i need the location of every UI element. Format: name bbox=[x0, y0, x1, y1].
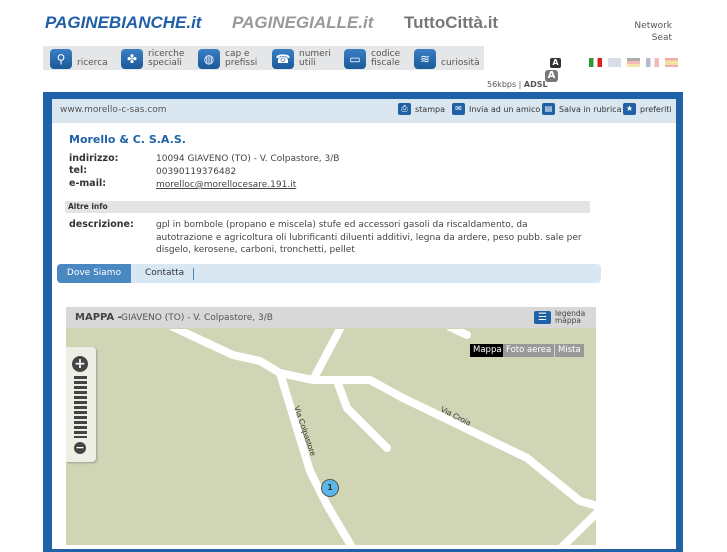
stars-icon: ★ bbox=[623, 103, 636, 115]
map-mode-mappa[interactable]: Mappa bbox=[470, 344, 505, 357]
globe-icon: ◍ bbox=[198, 49, 220, 69]
map-mode-foto-aerea[interactable]: Foto aerea bbox=[503, 344, 555, 357]
list-icon: ☰ bbox=[534, 310, 551, 324]
send-friend-button[interactable]: ✉ Invia ad un amico bbox=[452, 103, 540, 115]
more-info-header: Altre info bbox=[65, 201, 590, 213]
paginegialle-logo[interactable]: PAGINEGIALLE.it bbox=[232, 13, 373, 33]
folder-icon: ▤ bbox=[542, 103, 555, 115]
tab-dove-siamo[interactable]: Dove Siamo bbox=[57, 264, 131, 283]
description-label: descrizione: bbox=[69, 219, 134, 230]
map-marker[interactable]: 1 bbox=[321, 479, 339, 497]
description-value: gpl in bombole (propano e miscela) stufe… bbox=[156, 220, 582, 255]
map-header: MAPPA - GIAVENO (TO) - V. Colpastore, 3/… bbox=[66, 307, 596, 328]
speed-56k-link[interactable]: 56kbps bbox=[487, 80, 516, 89]
network-seat-link[interactable]: Network Seat bbox=[634, 20, 672, 44]
flag-de[interactable] bbox=[627, 58, 640, 67]
zoom-in-button[interactable]: + bbox=[72, 356, 88, 372]
toolbar: www.morello-c-sas.com ⎙ stampa ✉ Invia ad … bbox=[52, 99, 676, 123]
nav-ricerca[interactable]: ⚲ ricerca bbox=[50, 49, 108, 69]
printer-icon: ⎙ bbox=[398, 103, 411, 115]
tuttocitta-logo[interactable]: TuttoCittà.it bbox=[404, 13, 498, 33]
email-link[interactable]: morelloc@morellocesare.191.it bbox=[156, 180, 296, 190]
save-contact-button[interactable]: ▤ Salva in rubrica bbox=[542, 103, 621, 115]
road bbox=[558, 508, 596, 545]
zoom-slider[interactable] bbox=[74, 376, 87, 438]
print-button[interactable]: ⎙ stampa bbox=[398, 103, 445, 115]
nav-cap-prefissi[interactable]: ◍ cap e prefissi bbox=[198, 49, 257, 69]
search-icon: ⚲ bbox=[50, 49, 72, 69]
scroll-icon: ≋ bbox=[414, 49, 436, 69]
zoom-control: + − bbox=[66, 347, 96, 462]
tab-divider bbox=[193, 268, 194, 280]
website-link[interactable]: www.morello-c-sas.com bbox=[60, 105, 167, 115]
nav-numeri-utili[interactable]: ☎ numeri utili bbox=[272, 49, 331, 69]
email-label: e-mail: bbox=[69, 178, 107, 189]
nav-ricerche-speciali[interactable]: ✤ ricerche speciali bbox=[121, 49, 184, 69]
flag-en[interactable] bbox=[608, 58, 621, 67]
map-roads: Via Colpastore Via Croia bbox=[169, 329, 596, 545]
zoom-out-button[interactable]: − bbox=[74, 442, 86, 454]
nav-codice-fiscale[interactable]: ▭ codice fiscale bbox=[344, 49, 400, 69]
envelope-icon: ✉ bbox=[452, 103, 465, 115]
company-name: Morello & C. S.A.S. bbox=[69, 133, 186, 146]
map-mode-mista[interactable]: Mista bbox=[555, 344, 584, 357]
flag-fr[interactable] bbox=[646, 58, 659, 67]
font-small-button[interactable]: A bbox=[550, 58, 561, 68]
map-legend-button[interactable]: ☰ legenda mappa bbox=[534, 310, 585, 324]
road bbox=[309, 329, 345, 384]
phone-icon: ☎ bbox=[272, 49, 294, 69]
nav-curiosita[interactable]: ≋ curiosità bbox=[414, 49, 480, 69]
main-nav: ⚲ ricerca ✤ ricerche speciali ◍ cap e prefiss… bbox=[43, 46, 484, 70]
tel-label: tel: bbox=[69, 165, 88, 176]
map-address: GIAVENO (TO) - V. Colpastore, 3/B bbox=[121, 313, 273, 323]
card-icon: ▭ bbox=[344, 49, 366, 69]
road bbox=[446, 329, 471, 339]
favorites-button[interactable]: ★ preferiti bbox=[623, 103, 672, 115]
paginebianche-logo[interactable]: PAGINEBIANCHE.it bbox=[45, 13, 201, 33]
address-label: indirizzo: bbox=[69, 153, 119, 164]
road bbox=[333, 377, 391, 452]
flag-es[interactable] bbox=[665, 58, 678, 67]
tab-contatta[interactable]: Contatta bbox=[145, 264, 184, 283]
address-value: 10094 GIAVENO (TO) - V. Colpastore, 3/B bbox=[156, 154, 340, 164]
map[interactable]: Via Colpastore Via Croia MAPPA - GIAVENO… bbox=[66, 307, 596, 545]
tabs-bar: Dove Siamo Contatta bbox=[57, 264, 601, 283]
speed-adsl-link[interactable]: ADSL bbox=[524, 80, 548, 89]
flag-it[interactable] bbox=[589, 58, 602, 67]
clover-icon: ✤ bbox=[121, 49, 143, 69]
map-title: MAPPA - bbox=[75, 312, 122, 323]
tel-value: 00390119376482 bbox=[156, 167, 237, 177]
